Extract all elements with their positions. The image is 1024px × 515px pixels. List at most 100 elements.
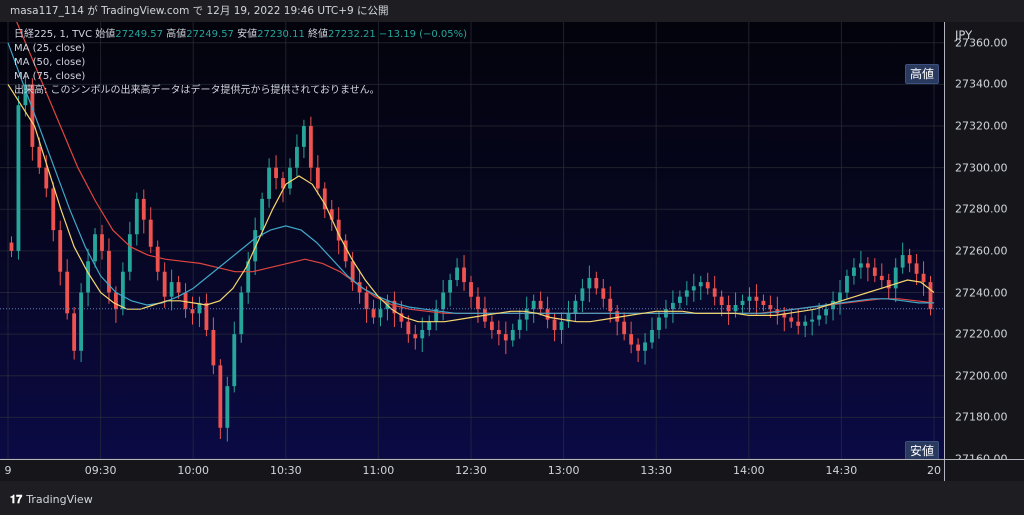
time-tick-label: 10:30 [269,464,302,477]
candle-body [44,167,49,189]
time-tick-label: 13:00 [547,464,580,477]
candle-body [712,288,717,297]
candle-body [204,302,209,330]
candle-body [295,146,299,168]
candle-body [594,277,599,289]
price-tick-label: 27340.00 [955,77,1008,91]
candle-body [754,296,759,301]
price-tick-label: 27280.00 [955,202,1008,216]
candle-body [469,282,473,297]
close-label: 終値 [308,29,329,40]
price-tick-label: 27240.00 [955,286,1008,300]
high-label: 高値 [166,29,187,40]
candle-body [858,263,863,268]
price-tick-label: 27220.00 [955,327,1008,341]
legend-ma25[interactable]: MA (25, close) [14,42,467,56]
high-badge: 高値 [905,64,940,85]
candle-body [726,305,731,312]
candle-body [218,365,223,428]
candle-body [267,167,272,199]
candle-body [538,300,543,310]
candle-body [691,286,696,291]
candle-body [921,273,926,283]
candle-body [169,282,174,297]
candle-body [65,271,70,314]
candle-body [274,167,278,179]
candle-body [545,309,550,320]
candle-body [371,309,376,318]
candle-body [587,277,592,289]
price-axis[interactable]: JPY 27160.0027180.0027200.0027220.002724… [944,22,1024,466]
price-tick-label: 27180.00 [955,410,1008,424]
candle-body [148,219,153,247]
candle-body [677,296,682,303]
candle-body [420,329,425,339]
candle-body [900,255,905,268]
candle-body [114,292,118,310]
time-tick-label: 09:30 [84,464,117,477]
candle-body [413,334,418,339]
symbol-label: 日経225, 1, TVC [14,29,93,40]
candle-body [629,334,634,345]
candle-body [531,300,536,310]
candle-body [852,267,856,276]
candle-body [601,288,606,299]
low-badge: 安値 [905,440,940,461]
candle-body [789,317,794,322]
candle-body [622,321,627,335]
candle-body [455,267,459,281]
candle-body [127,234,132,272]
candle-body [650,329,654,343]
candle-body [865,263,870,268]
candle-body [573,300,578,314]
candle-body [141,198,146,220]
tradingview-logo[interactable]: 𝟏𝟕 TradingView [10,493,93,507]
candle-body [315,167,320,189]
candle-body [893,267,898,289]
time-tick-label: 12:30 [455,464,487,477]
candle-body [907,255,912,264]
candle-body [288,167,292,189]
candle-body [684,290,689,297]
change-value: −13.19 (−0.05%) [378,29,468,40]
volume-note: 出来高: このシンボルの出来高データはデータ提供元から提供されておりません。 [14,85,380,96]
high-value: 27249.57 [186,29,234,40]
candle-body [476,296,480,310]
candle-body [162,271,167,297]
price-tick-label: 27200.00 [955,369,1008,383]
candle-body [510,329,515,341]
candle-body [86,261,90,293]
candle-body [657,317,661,330]
candle-body [176,282,181,293]
legend-ma50[interactable]: MA (50, close) [14,56,467,70]
time-tick-label: 20 [927,464,941,477]
candle-body [16,105,21,251]
candle-body [72,313,77,351]
publish-bar: masa117_114 が TradingView.com で 12月 19, … [0,0,1024,22]
candle-body [705,282,710,289]
candle-body [58,230,63,272]
candle-body [740,300,745,306]
candle-body [761,300,766,306]
candle-body [462,267,466,283]
time-axis[interactable]: 9 09:30 10:00 10:30 11:00 12:30 13:00 13:30 14:0… [0,459,944,482]
tradingview-logo-text: TradingView [26,493,93,506]
legend-ma75[interactable]: MA (75, close) [14,70,467,84]
candle-body [308,126,313,168]
candle-body [879,275,884,281]
candle-body [503,334,508,341]
candle-body [190,309,195,314]
time-tick-label: 13:30 [640,464,673,477]
publish-line: masa117_114 が TradingView.com で 12月 19, … [10,5,389,17]
candle-body [803,321,808,326]
candle-body [824,309,828,316]
low-value: 27230.11 [257,29,305,40]
footer: 𝟏𝟕 TradingView [0,481,1024,515]
open-label: 始値 [95,29,116,40]
tradingview-logo-icon: 𝟏𝟕 [10,493,23,506]
candle-body [155,246,160,272]
candle-body [698,282,703,287]
price-tick-label: 27320.00 [955,119,1008,133]
candle-body [51,188,56,231]
candle-body [100,234,104,251]
